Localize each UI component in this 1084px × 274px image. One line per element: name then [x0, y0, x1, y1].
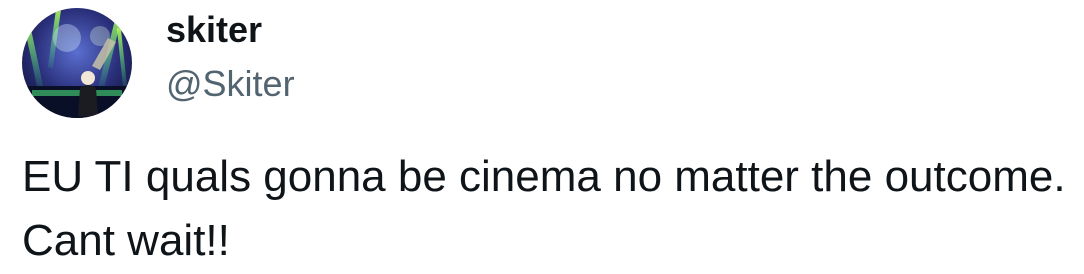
display-name[interactable]: skiter: [166, 8, 295, 52]
tweet-text: EU TI quals gonna be cinema no matter th…: [22, 152, 1066, 265]
author-block: skiter @Skiter: [166, 8, 295, 106]
tweet-card: skiter @Skiter EU TI quals gonna be cine…: [0, 0, 1084, 274]
avatar[interactable]: [22, 8, 132, 118]
user-handle[interactable]: @Skiter: [166, 62, 295, 106]
avatar-image: [22, 8, 132, 118]
